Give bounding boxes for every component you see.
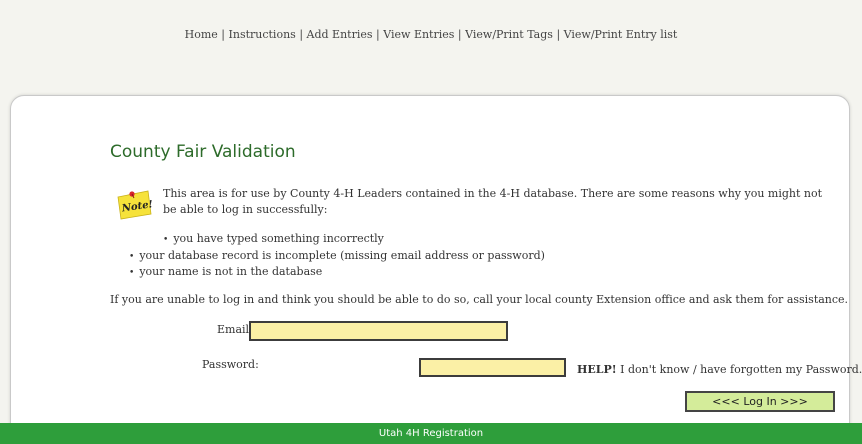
password-field[interactable]	[419, 358, 566, 377]
forgot-password-link[interactable]: HELP! I don't know / have forgotten my P…	[577, 363, 862, 376]
list-item: • your name is not in the database	[129, 265, 322, 280]
top-navigation: Home | Instructions | Add Entries | View…	[0, 28, 862, 41]
nav-add-entries-link[interactable]: Add Entries	[307, 28, 373, 41]
nav-view-print-tags-link[interactable]: View/Print Tags	[465, 28, 553, 41]
nav-instructions-link[interactable]: Instructions	[229, 28, 296, 41]
footer-text: Utah 4H Registration	[378, 428, 484, 439]
list-item: • your database record is incomplete (mis…	[129, 249, 545, 264]
nav-separator: |	[556, 28, 561, 41]
nav-home-link[interactable]: Home	[185, 28, 218, 41]
email-field[interactable]	[249, 321, 508, 341]
help-bold-text: HELP!	[577, 363, 617, 376]
nav-separator: |	[221, 28, 226, 41]
reason-text: your database record is incomplete (miss…	[139, 249, 545, 262]
nav-separator: |	[457, 28, 462, 41]
list-item: • you have typed something incorrectly	[163, 232, 384, 247]
login-button[interactable]: <<< Log In >>>	[685, 391, 835, 412]
help-text: I don't know / have forgotten my Passwor…	[616, 363, 862, 376]
email-label: Email:	[217, 323, 253, 336]
reason-text: you have typed something incorrectly	[173, 232, 384, 245]
nav-view-print-entry-list-link[interactable]: View/Print Entry list	[564, 28, 678, 41]
nav-view-entries-link[interactable]: View Entries	[383, 28, 454, 41]
nav-separator: |	[376, 28, 380, 41]
bullet-icon: •	[129, 252, 135, 262]
nav-separator: |	[299, 28, 304, 41]
assistance-text: If you are unable to log in and think yo…	[110, 293, 849, 306]
intro-text: This area is for use by County 4-H Leade…	[163, 187, 823, 216]
page-title: County Fair Validation	[110, 142, 296, 162]
password-label: Password:	[202, 358, 259, 371]
bullet-icon: •	[163, 235, 169, 245]
reason-text: your name is not in the database	[139, 265, 323, 278]
note-sticky-icon: Note!	[117, 190, 153, 220]
bullet-icon: •	[129, 268, 135, 278]
footer-bar: Utah 4H Registration	[0, 423, 862, 444]
